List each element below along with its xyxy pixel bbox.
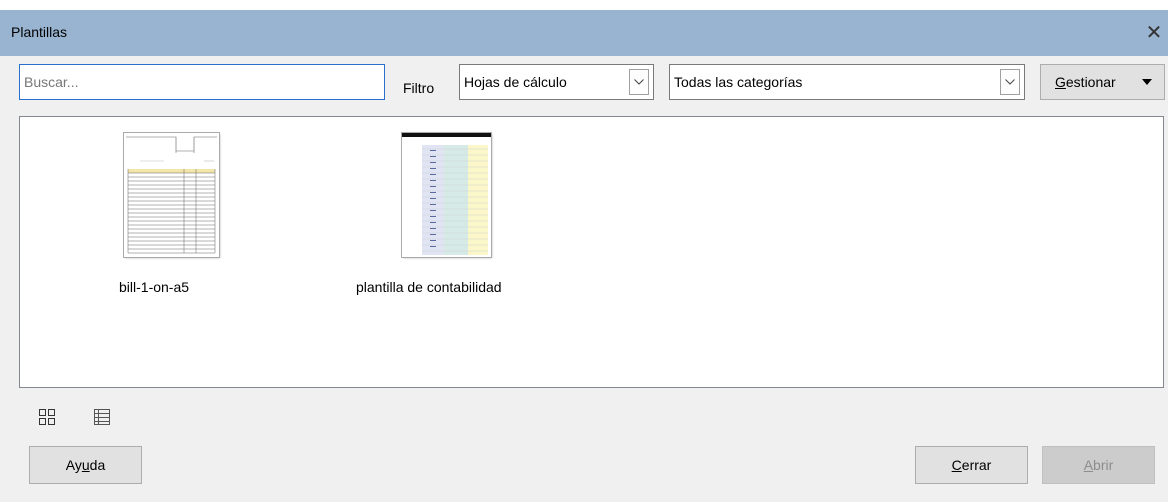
template-item[interactable]: plantilla de contabilidad xyxy=(350,129,550,295)
category-dropdown-value: Todas las categorías xyxy=(674,74,803,90)
manage-button[interactable]: Gestionar xyxy=(1040,64,1165,100)
filter-label: Filtro xyxy=(403,80,435,96)
template-name: plantilla de contabilidad xyxy=(356,279,502,295)
close-button[interactable]: Cerrar xyxy=(915,446,1028,484)
category-dropdown[interactable]: Todas las categorías xyxy=(669,64,1025,100)
template-name: bill-1-on-a5 xyxy=(119,279,190,295)
search-input[interactable] xyxy=(19,64,385,100)
close-icon[interactable]: ✕ xyxy=(1140,18,1168,48)
title-bar: Plantillas ✕ xyxy=(0,10,1168,56)
thumbnail-view-icon[interactable] xyxy=(38,408,56,426)
template-item[interactable]: bill-1-on-a5 xyxy=(100,129,240,295)
template-thumbnail xyxy=(124,133,219,257)
help-button[interactable]: Ayuda xyxy=(29,446,142,484)
template-thumbnail xyxy=(402,133,491,257)
chevron-down-icon[interactable] xyxy=(1000,69,1020,95)
manage-button-label: Gestionar xyxy=(1055,74,1116,90)
templates-view: bill-1-on-a5 plantilla de contabilidad xyxy=(19,116,1164,388)
dialog-title: Plantillas xyxy=(11,24,68,40)
templates-dialog: Plantillas ✕ Filtro Hojas de cálculo Tod… xyxy=(0,10,1168,502)
filter-dropdown[interactable]: Hojas de cálculo xyxy=(459,64,654,100)
open-button[interactable]: Abrir xyxy=(1042,446,1155,484)
caret-down-icon xyxy=(1142,79,1152,85)
chevron-down-icon[interactable] xyxy=(629,69,649,95)
filter-dropdown-value: Hojas de cálculo xyxy=(464,74,567,90)
list-view-icon[interactable] xyxy=(93,408,111,426)
